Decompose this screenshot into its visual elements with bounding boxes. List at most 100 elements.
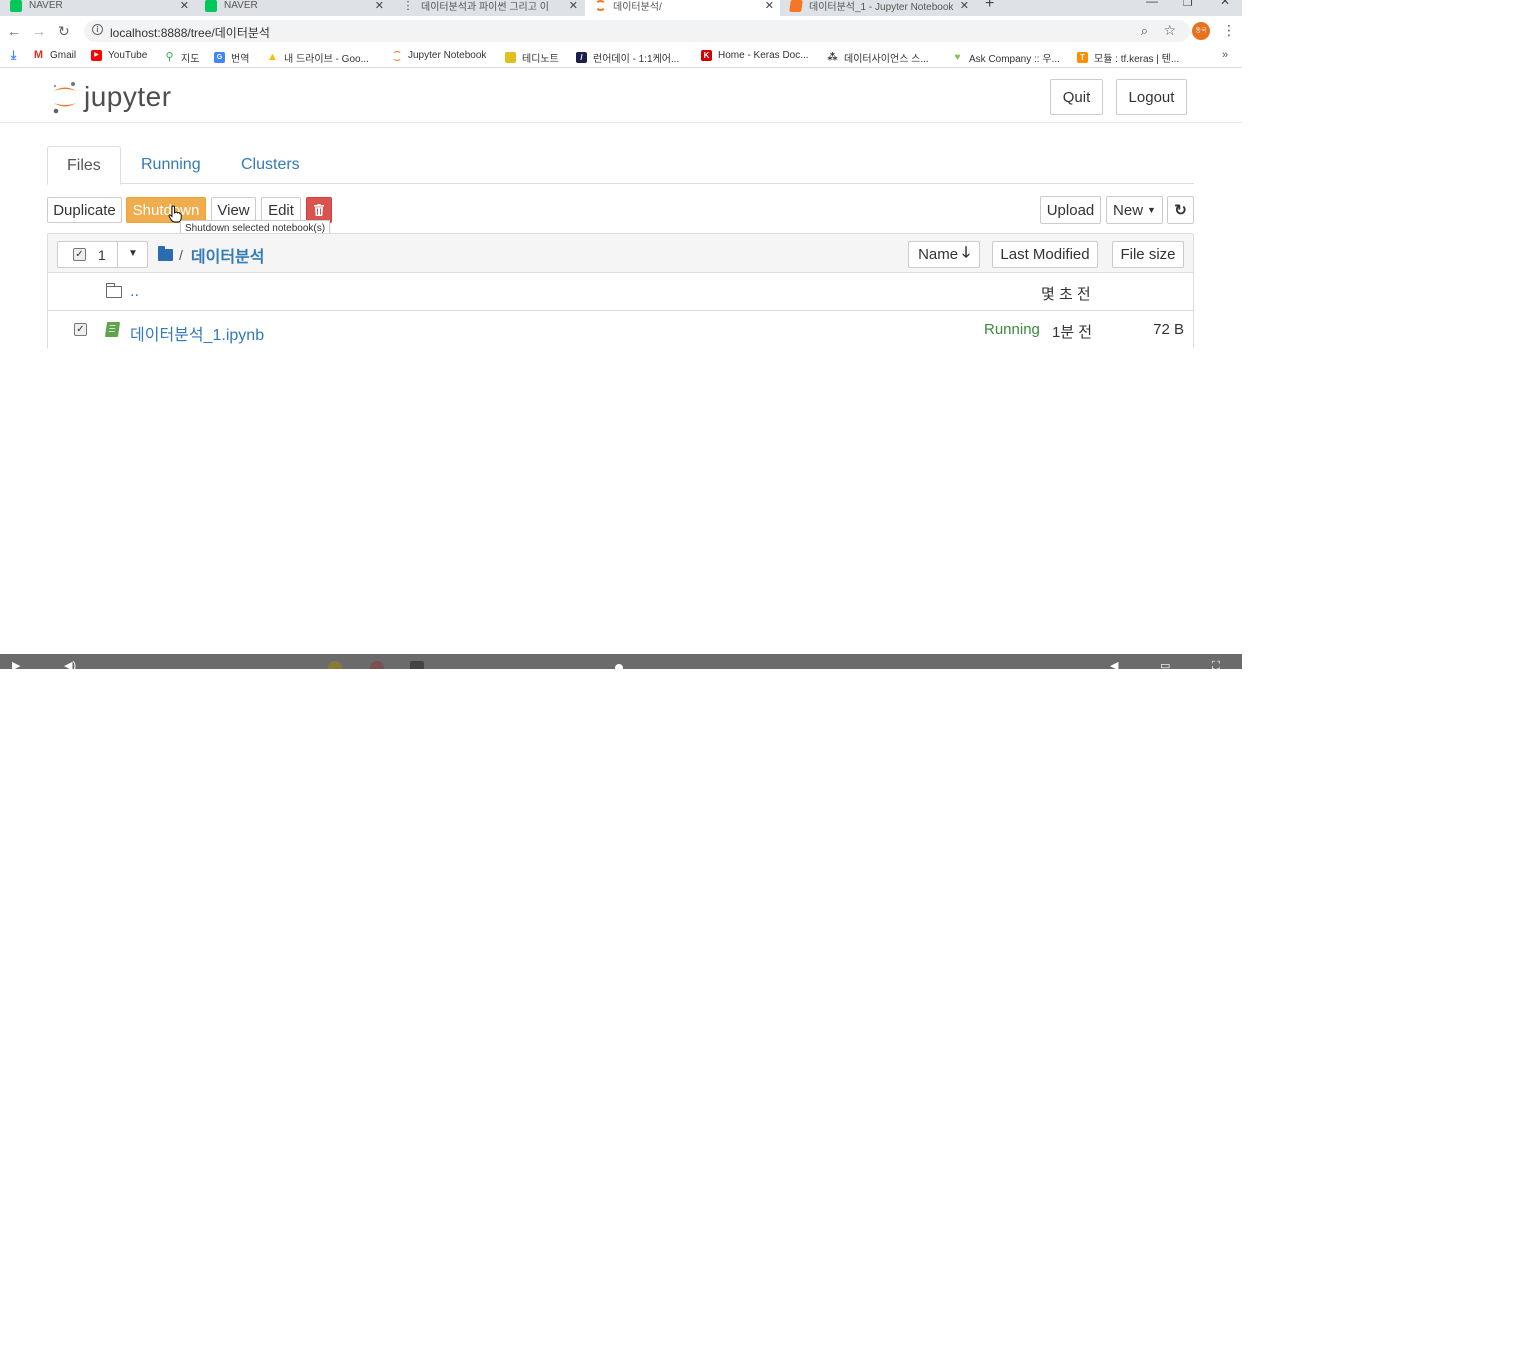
list-item[interactable]: .. 몇 초 전 (48, 273, 1193, 311)
window-close-icon[interactable]: ✕ (1220, 0, 1230, 8)
browser-menu-icon[interactable]: ⋮ (1222, 22, 1236, 39)
bookmark-label: 데이터사이언스 스... (844, 54, 929, 65)
sort-by-modified-button[interactable]: Last Modified (992, 241, 1098, 268)
duplicate-button[interactable]: Duplicate (47, 197, 122, 223)
restore-icon[interactable]: ❐ (1183, 0, 1193, 9)
folder-icon[interactable] (158, 246, 173, 261)
item-modified: 1분 전 (1052, 324, 1093, 341)
browser-tab-strip: NAVER ✕ NAVER ✕ ⋮ 데이터분석과 파이썬 그리고 이 ✕ 데이터… (0, 0, 1242, 16)
trash-icon (314, 204, 324, 216)
close-icon[interactable]: ✕ (180, 0, 189, 12)
bookmark-maps[interactable]: ⚲ 지도 (164, 50, 199, 66)
bookmark-gmail[interactable]: M Gmail (33, 50, 76, 62)
bookmark-label: Home - Keras Doc... (718, 50, 809, 61)
browser-tab[interactable]: 데이터분석_1 - Jupyter Notebook ✕ (780, 0, 975, 16)
bookmark-label: 내 드라이브 - Goo... (284, 54, 369, 65)
bookmark-learnaday[interactable]: / 런어데이 - 1:1케어... (576, 50, 679, 65)
download-icon[interactable]: ⤓ (8, 49, 25, 61)
tensorflow-icon: T (1077, 52, 1088, 63)
notebook-icon (789, 0, 803, 12)
learnaday-icon: / (576, 52, 587, 63)
minimize-icon[interactable]: — (1146, 0, 1158, 8)
breadcrumb: / 데이터분석 (158, 243, 265, 267)
bookmark-keras[interactable]: K Home - Keras Doc... (701, 50, 809, 61)
selection-dropdown-icon[interactable]: ▼ (117, 241, 148, 268)
item-modified: 몇 초 전 (1041, 286, 1091, 303)
bookmark-jupyter[interactable]: Jupyter Notebook (392, 50, 486, 61)
app-icon (410, 661, 424, 669)
more-vert-icon: ⋮ (402, 0, 414, 12)
breadcrumb-separator: / (179, 247, 183, 263)
browser-tab[interactable]: NAVER ✕ (195, 0, 390, 16)
list-item[interactable]: ✓ 데이터분석_1.ipynb Running 1분 전 72 B (48, 311, 1193, 349)
datascience-icon: ⁂ (827, 52, 838, 63)
reload-icon[interactable]: ↻ (58, 23, 70, 40)
arrow-down-icon: 🡓 (962, 244, 970, 261)
close-icon[interactable]: ✕ (765, 0, 774, 12)
file-list-header: ✓ 1 ▼ / 데이터분석 Name 🡓 Last Modified File … (48, 234, 1193, 273)
bookmark-askcompany[interactable]: ♥ Ask Company :: 우... (952, 50, 1060, 65)
browser-tab-title: NAVER (224, 0, 258, 11)
bookmark-translate[interactable]: G 번역 (214, 50, 249, 65)
play-icon[interactable]: ▶ (12, 661, 20, 670)
sort-by-name-button[interactable]: Name 🡓 (908, 241, 980, 268)
item-checkbox[interactable]: ✓ (74, 323, 87, 336)
bookmark-label: Jupyter Notebook (408, 50, 487, 61)
refresh-icon: ↻ (1174, 202, 1187, 219)
speaker-icon[interactable]: ◀ (1110, 661, 1118, 670)
fullscreen-icon[interactable]: ⛶ (1212, 661, 1220, 670)
bookmark-youtube[interactable]: ▶ YouTube (91, 50, 147, 61)
sort-by-size-button[interactable]: File size (1112, 241, 1184, 268)
url-input[interactable]: i localhost:8888/tree/데이터분석 ⌕ ☆ (84, 20, 1190, 42)
bookmark-tensorflow[interactable]: T 모듈 : tf.keras | 텐... (1077, 50, 1179, 65)
breadcrumb-current-dir[interactable]: 데이터분석 (191, 243, 265, 267)
info-icon[interactable]: i (92, 24, 103, 35)
tab-clusters[interactable]: Clusters (222, 146, 319, 184)
zoom-icon[interactable]: ⌕ (1141, 23, 1148, 39)
tab-running[interactable]: Running (122, 146, 220, 184)
bookmark-drive[interactable]: ▲ 내 드라이브 - Goo... (267, 50, 369, 66)
browser-tab[interactable]: ⋮ 데이터분석과 파이썬 그리고 이 ✕ (392, 0, 584, 16)
browser-tab-title: 데이터분석/ (613, 2, 662, 13)
close-icon[interactable]: ✕ (375, 0, 384, 12)
naver-icon (205, 0, 217, 12)
browser-tab-title: 데이터분석과 파이썬 그리고 이 (421, 2, 549, 13)
logout-button[interactable]: Logout (1116, 79, 1187, 115)
item-size: 72 B (1153, 321, 1184, 338)
close-icon[interactable]: ✕ (569, 0, 578, 12)
url-text[interactable]: localhost:8888/tree/데이터분석 (110, 24, 270, 41)
profile-avatar[interactable]: 동국 (1192, 22, 1210, 40)
tab-files[interactable]: Files (47, 146, 121, 185)
jupyter-logo-icon (53, 82, 76, 114)
bookmark-teddynote[interactable]: 테디노트 (505, 50, 559, 65)
refresh-button[interactable]: ↻ (1167, 196, 1194, 224)
browser-tab-title: 데이터분석_1 - Jupyter Notebook (809, 2, 954, 13)
bookmark-datascience[interactable]: ⁂ 데이터사이언스 스... (827, 50, 929, 65)
new-dropdown-button[interactable]: New ▼ (1106, 196, 1163, 224)
playhead[interactable] (615, 664, 623, 669)
maps-icon: ⚲ (165, 51, 174, 63)
quit-button[interactable]: Quit (1050, 79, 1103, 115)
bookmark-star-icon[interactable]: ☆ (1163, 22, 1176, 39)
browser-tab-active[interactable]: 데이터분석/ ✕ (585, 0, 780, 16)
jupyter-icon (595, 0, 606, 11)
upload-button[interactable]: Upload (1040, 196, 1101, 224)
select-all-checkbox[interactable]: ✓ (73, 248, 86, 261)
screen-icon[interactable]: ▭ (1160, 661, 1170, 670)
forward-icon[interactable]: → (32, 23, 46, 39)
volume-icon[interactable]: ◀) (64, 661, 76, 670)
jupyter-logo[interactable]: jupyter (52, 80, 172, 114)
item-name-link[interactable]: .. (130, 283, 139, 301)
item-name-link[interactable]: 데이터분석_1.ipynb (130, 321, 264, 345)
close-icon[interactable]: ✕ (960, 0, 969, 12)
back-icon[interactable]: ← (7, 23, 21, 39)
running-indicator: Running (984, 321, 1040, 338)
jupyter-header: jupyter Quit Logout (0, 70, 1242, 123)
new-tab-icon[interactable]: + (985, 0, 994, 13)
bookmarks-more-button[interactable]: » (1222, 49, 1228, 61)
bookmark-label: 런어데이 - 1:1케어... (593, 54, 680, 65)
select-all-group[interactable]: ✓ 1 ▼ (57, 241, 148, 268)
naver-icon (10, 0, 22, 12)
selected-count: 1 (98, 247, 106, 263)
browser-tab[interactable]: NAVER ✕ (0, 0, 195, 16)
